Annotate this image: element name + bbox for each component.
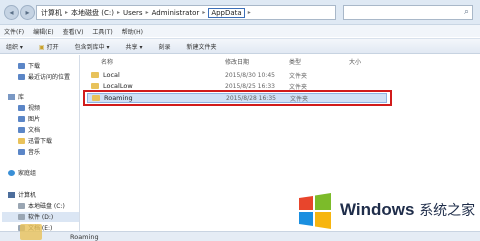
menu-view[interactable]: 查看(V) [63,27,84,36]
folder-icon [18,137,25,144]
watermark: Windows 系统之家 [295,190,480,230]
nav-item-libraries[interactable]: 库 [8,92,24,101]
watermark-cn: 系统之家 [419,202,476,218]
status-selected-name: Roaming [70,233,99,241]
share-button[interactable]: 共享 ▾ [126,42,143,51]
forward-button[interactable]: ▸ [20,5,35,20]
folder-icon [91,83,99,89]
file-type: 文件夹 [289,72,308,80]
file-date: 2015/8/30 10:45 [225,71,275,79]
column-header-name[interactable]: 名称 [101,57,113,66]
nav-item-music[interactable]: 音乐 [18,147,40,156]
table-row[interactable]: Local 2015/8/30 10:45 文件夹 [87,70,387,80]
chevron-right-icon: ▸ [202,9,206,16]
navigation-pane: 下载 最近访问的位置 库 视频 图片 文档 迅雷下载 音乐 家庭组 计算机 本地… [0,55,80,232]
folder-icon [91,72,99,78]
nav-label: 音乐 [28,149,41,156]
homegroup-icon [8,169,15,176]
menu-bar: 文件(F) 编辑(E) 查看(V) 工具(T) 帮助(H) [0,25,480,37]
drive-icon [18,213,25,220]
nav-label: 视频 [28,105,41,112]
nav-label: 计算机 [18,192,37,199]
nav-label: 家庭组 [18,170,37,177]
library-icon [8,93,15,100]
highlight-outline [83,90,392,106]
breadcrumb-administrator[interactable]: Administrator [152,9,200,17]
column-header-date[interactable]: 修改日期 [225,57,249,66]
new-folder-button[interactable]: 新建文件夹 [186,42,216,51]
search-icon: ⌕ [463,7,469,17]
file-name: LocalLow [103,82,133,90]
menu-tools[interactable]: 工具(T) [92,27,112,36]
column-header-type[interactable]: 类型 [289,57,301,66]
nav-label: 下载 [28,63,41,70]
breadcrumb-users[interactable]: Users [123,9,143,17]
nav-label: 图片 [28,116,41,123]
chevron-right-icon: ▸ [116,9,120,16]
column-header-size[interactable]: 大小 [349,57,361,66]
open-button[interactable]: ▣ 打开 [39,42,59,51]
address-bar[interactable]: 计算机 ▸ 本地磁盘 (C:) ▸ Users ▸ Administrator … [36,5,336,20]
windows-logo-icon [299,193,331,229]
include-in-library-button[interactable]: 包含到库中 ▾ [75,42,110,51]
computer-icon [8,191,15,198]
address-toolbar: ◂ ▸ 计算机 ▸ 本地磁盘 (C:) ▸ Users ▸ Administra… [0,0,480,25]
nav-item-computer[interactable]: 计算机 [8,190,36,199]
watermark-brand: Windows [340,200,415,219]
folder-open-icon: ▣ [38,43,45,51]
nav-item-recent-places[interactable]: 最近访问的位置 [18,72,70,81]
nav-label: 迅雷下载 [28,138,53,145]
nav-item-homegroup[interactable]: 家庭组 [8,168,36,177]
breadcrumb-c-drive[interactable]: 本地磁盘 (C:) [71,8,114,18]
nav-label: 软件 (D:) [28,214,54,221]
downloads-folder-icon [18,62,25,69]
nav-item-thunder-downloads[interactable]: 迅雷下载 [18,136,52,145]
video-library-icon [18,104,25,111]
nav-item-documents[interactable]: 文档 [18,125,40,134]
burn-button[interactable]: 刻录 [158,42,170,51]
breadcrumb-computer[interactable]: 计算机 [41,8,62,18]
back-button[interactable]: ◂ [4,5,19,20]
nav-item-videos[interactable]: 视频 [18,103,40,112]
folder-icon [20,224,42,240]
nav-label: 本地磁盘 (C:) [28,203,65,210]
watermark-text: Windows 系统之家 [340,200,475,220]
recent-places-icon [18,73,25,80]
search-input[interactable]: ⌕ [343,5,473,20]
status-bar: Roaming [0,224,480,241]
nav-item-d-drive[interactable]: 软件 (D:) [18,212,53,221]
organize-button[interactable]: 组织 ▾ [6,42,23,51]
nav-label: 最近访问的位置 [28,74,71,81]
music-library-icon [18,148,25,155]
menu-file[interactable]: 文件(F) [4,27,24,36]
open-label: 打开 [46,43,59,51]
command-toolbar: 组织 ▾ ▣ 打开 包含到库中 ▾ 共享 ▾ 刻录 新建文件夹 [0,38,480,54]
menu-help[interactable]: 帮助(H) [122,27,143,36]
nav-label: 文档 [28,127,41,134]
document-library-icon [18,126,25,133]
file-date: 2015/8/25 16:33 [225,82,275,90]
file-name: Local [103,71,120,79]
menu-edit[interactable]: 编辑(E) [33,27,53,36]
nav-item-pictures[interactable]: 图片 [18,114,40,123]
chevron-right-icon: ▸ [65,9,69,16]
breadcrumb-appdata[interactable]: AppData [208,7,245,18]
chevron-right-icon: ▸ [145,9,149,16]
nav-item-c-drive[interactable]: 本地磁盘 (C:) [18,201,65,210]
nav-item-downloads[interactable]: 下载 [18,61,40,70]
drive-icon [18,202,25,209]
chevron-right-icon: ▸ [247,9,251,16]
picture-library-icon [18,115,25,122]
nav-label: 库 [18,94,25,101]
